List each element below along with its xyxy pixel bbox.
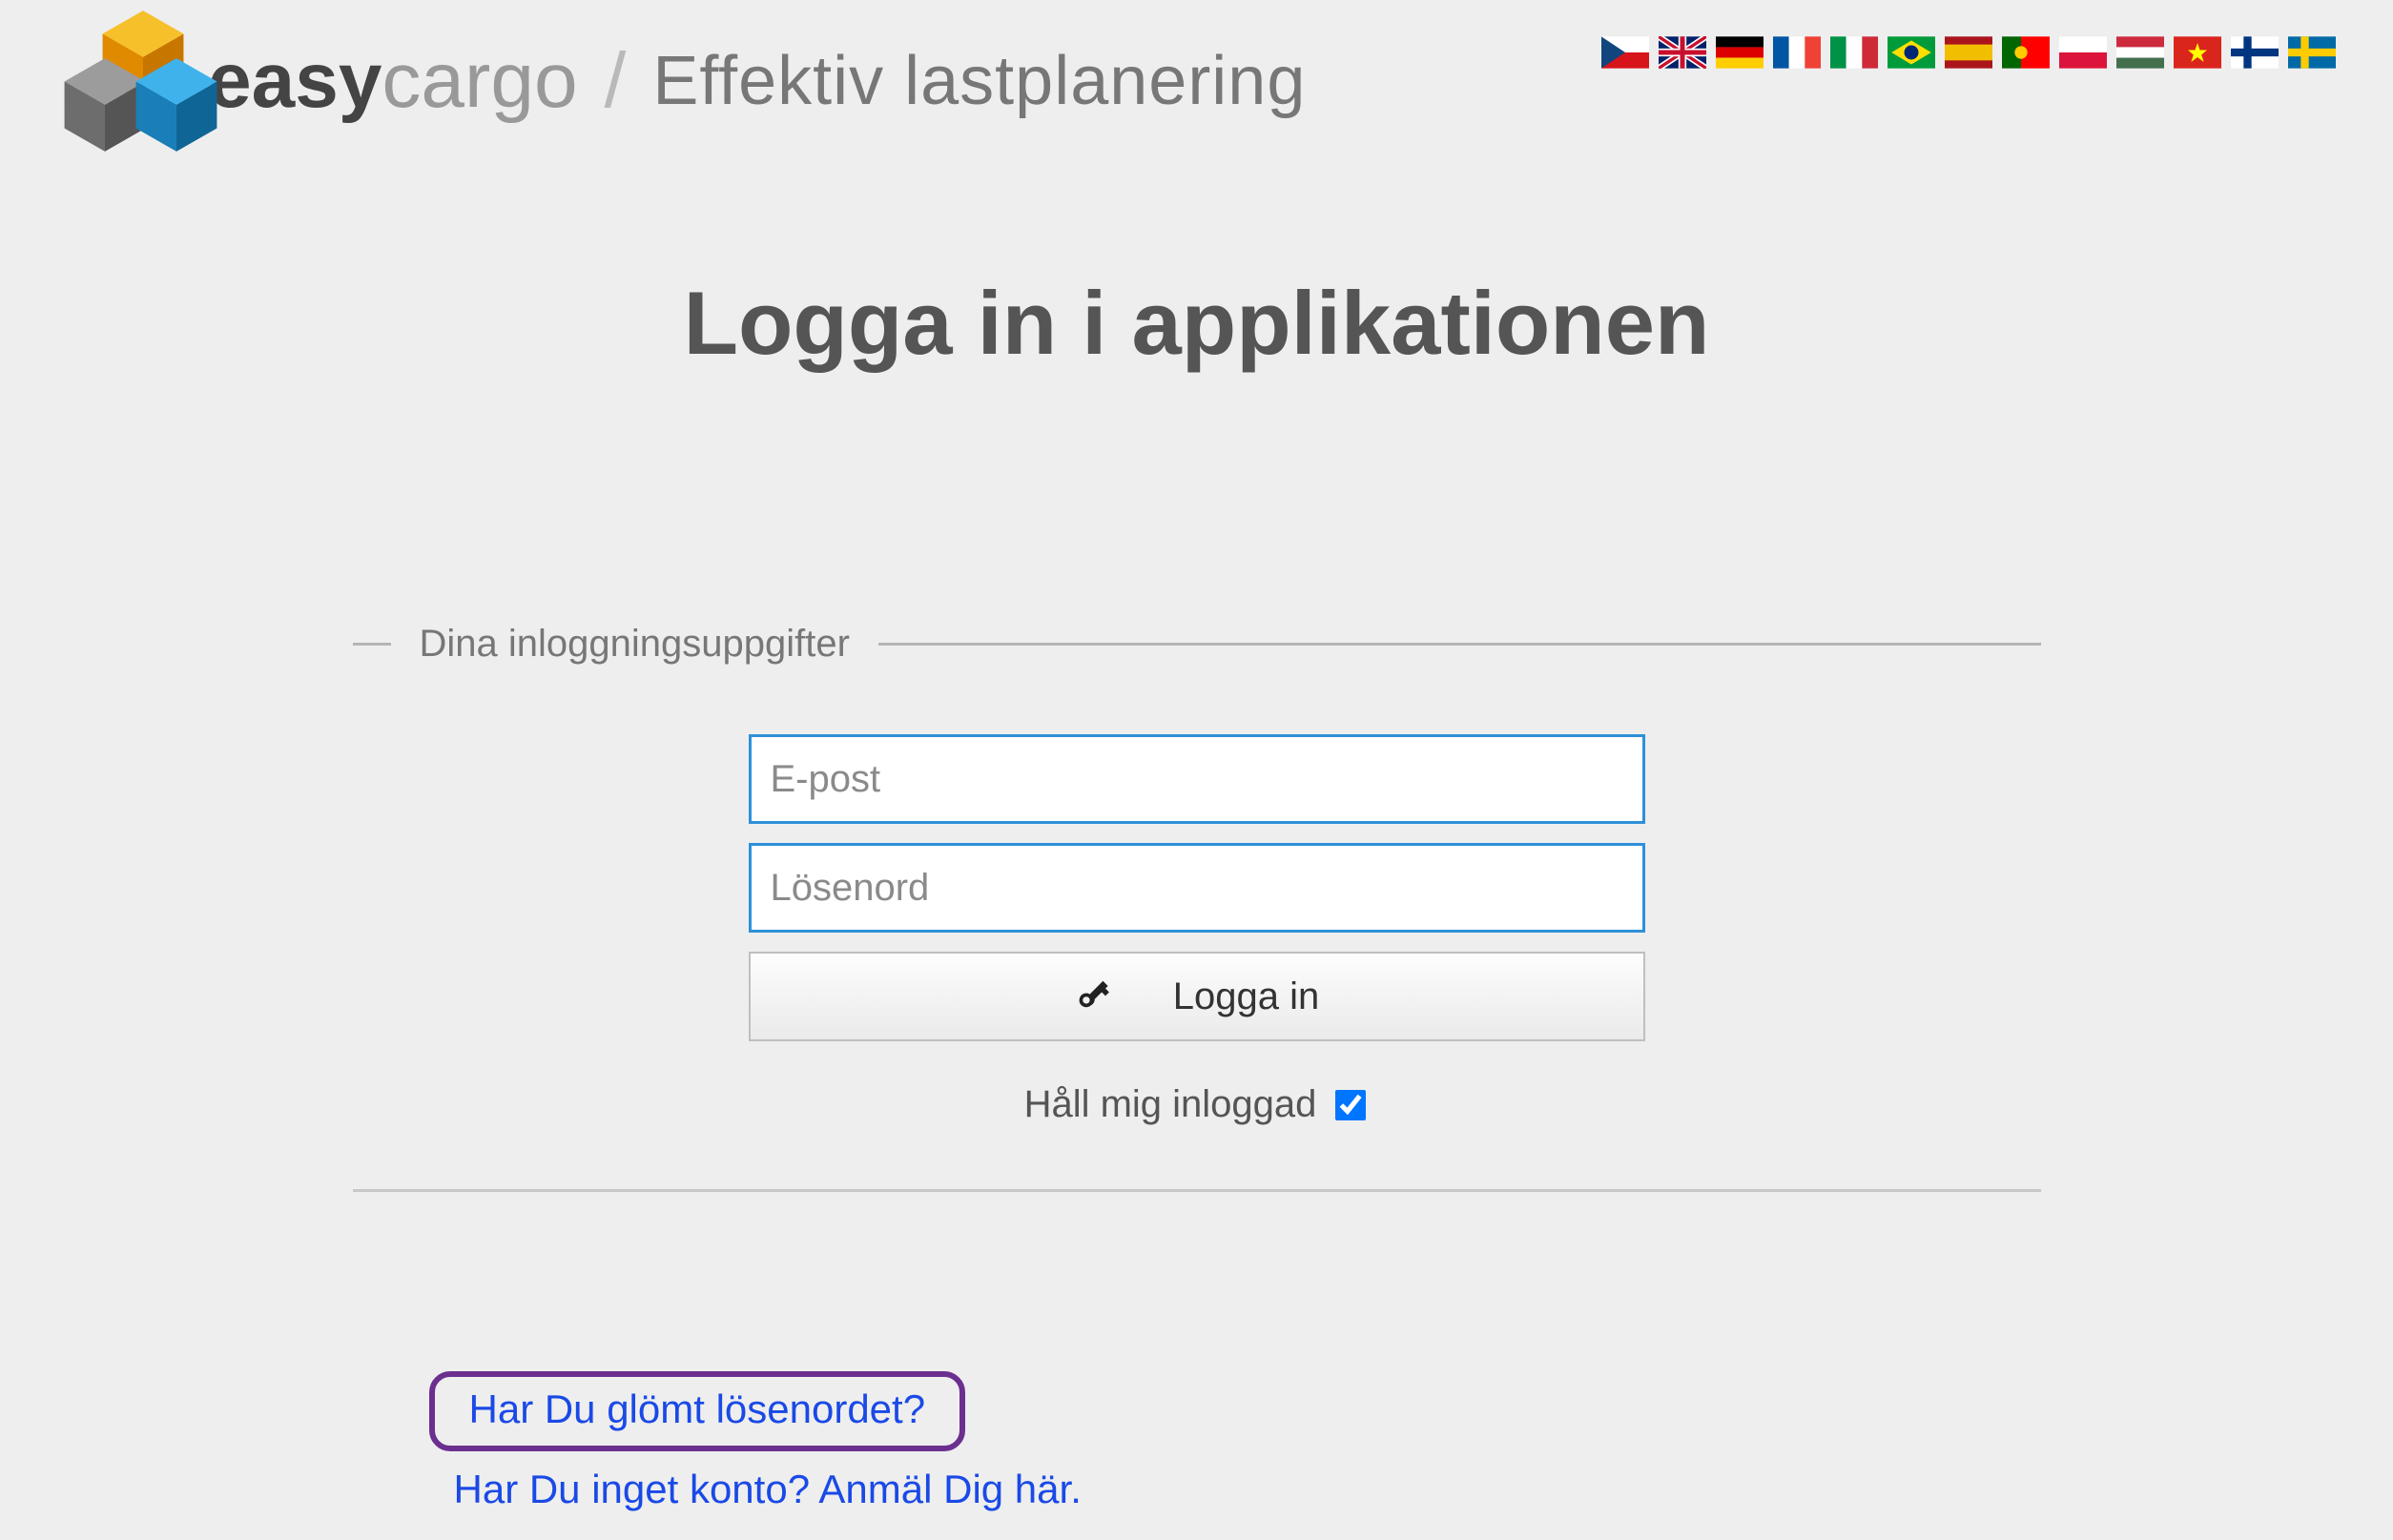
credentials-fieldset: Dina inloggningsuppgifter Logga in Håll … — [353, 623, 2041, 1126]
flag-gb-icon[interactable] — [1659, 36, 1706, 69]
flag-cz-icon[interactable] — [1601, 36, 1649, 69]
flag-pt-icon[interactable] — [2002, 36, 2050, 69]
signup-link[interactable]: Har Du inget konto? Anmäl Dig här. — [454, 1467, 1082, 1511]
flag-fr-icon[interactable] — [1773, 36, 1821, 69]
fieldset-legend: Dina inloggningsuppgifter — [420, 623, 850, 666]
logo-title: easycargo — [67, 29, 578, 133]
brand-name: easycargo — [208, 36, 578, 126]
flag-hu-icon[interactable] — [2116, 36, 2164, 69]
keep-logged-in-checkbox[interactable] — [1335, 1090, 1366, 1120]
email-input[interactable] — [749, 734, 1645, 824]
login-section: Dina inloggningsuppgifter Logga in Håll … — [353, 623, 2041, 1126]
language-flag-list — [1601, 29, 2336, 69]
flag-de-icon[interactable] — [1716, 36, 1764, 69]
brand-tagline: Effektiv lastplanering — [652, 42, 1306, 120]
login-form: Logga in Håll mig inloggad — [749, 734, 1645, 1126]
brand-name-part2: cargo — [382, 37, 577, 124]
key-icon — [1074, 975, 1116, 1017]
flag-vn-icon[interactable] — [2174, 36, 2221, 69]
header: easycargo / Effektiv lastplanering — [0, 0, 2393, 133]
password-input[interactable] — [749, 843, 1645, 933]
keep-logged-in-label: Håll mig inloggad — [1024, 1083, 1317, 1126]
page-title: Logga in i applikationen — [0, 272, 2393, 375]
legend-dash-left — [353, 643, 391, 646]
brand-block: easycargo / Effektiv lastplanering — [67, 29, 1306, 133]
brand-separator: / — [605, 36, 627, 126]
flag-es-icon[interactable] — [1945, 36, 1992, 69]
fieldset-legend-row: Dina inloggningsuppgifter — [353, 623, 2041, 666]
login-button[interactable]: Logga in — [749, 952, 1645, 1041]
login-button-label: Logga in — [1173, 975, 1319, 1018]
flag-fi-icon[interactable] — [2231, 36, 2279, 69]
footer-links: Har Du glömt lösenordet? Har Du inget ko… — [353, 1371, 2041, 1512]
flag-pl-icon[interactable] — [2059, 36, 2107, 69]
flag-se-icon[interactable] — [2288, 36, 2336, 69]
flag-br-icon[interactable] — [1888, 36, 1935, 69]
forgot-password-link[interactable]: Har Du glömt lösenordet? — [469, 1386, 926, 1431]
brand-name-part1: easy — [208, 37, 382, 124]
section-divider — [353, 1189, 2041, 1192]
legend-rule-right — [878, 643, 2041, 646]
flag-it-icon[interactable] — [1830, 36, 1878, 69]
logo-icon — [67, 29, 191, 133]
keep-logged-in-row[interactable]: Håll mig inloggad — [749, 1083, 1645, 1126]
forgot-password-highlight: Har Du glömt lösenordet? — [429, 1371, 966, 1451]
